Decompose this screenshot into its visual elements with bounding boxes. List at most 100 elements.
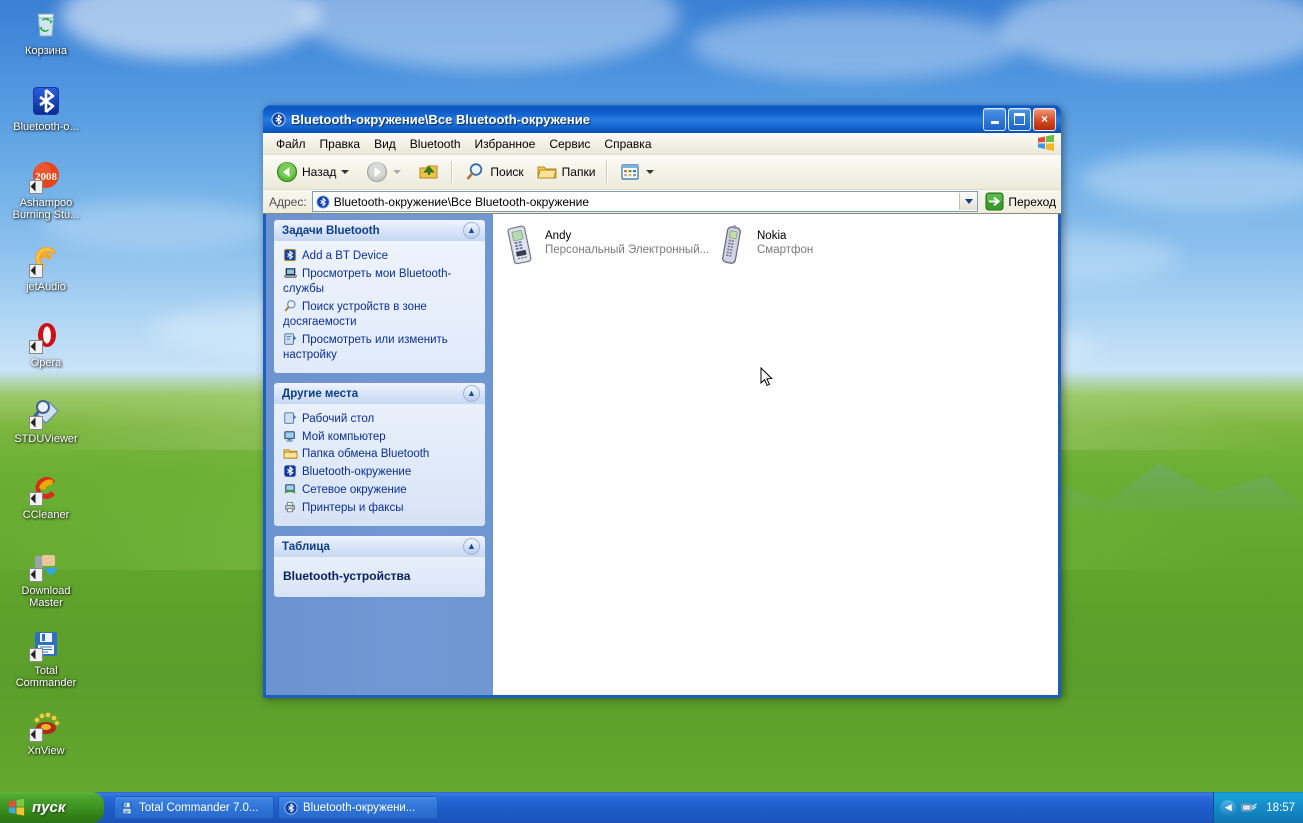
shortcut-overlay-icon <box>29 340 43 354</box>
back-arrow-icon <box>277 162 297 182</box>
chevron-down-icon[interactable] <box>341 170 350 174</box>
link-search-devices-in-range[interactable]: Поиск устройств в зоне досягаемости <box>283 299 478 330</box>
task-buttons[interactable]: Total Commander 7.0... Bluetooth-окружен… <box>114 796 438 819</box>
explorer-window[interactable]: Bluetooth-окружение\Все Bluetooth-окруже… <box>263 105 1061 698</box>
minimize-button[interactable] <box>983 107 1006 131</box>
views-button[interactable] <box>613 158 665 186</box>
menu-file[interactable]: Файл <box>269 135 313 153</box>
back-button[interactable]: Назад <box>270 158 360 186</box>
link-view-or-change-settings[interactable]: Просмотреть или изменить настройку <box>283 332 478 363</box>
address-input[interactable]: Bluetooth-окружение\Все Bluetooth-окруже… <box>311 191 979 212</box>
link-bluetooth-places[interactable]: Bluetooth-окружение <box>283 464 478 480</box>
panel-header[interactable]: Другие места ▲ <box>274 383 485 404</box>
maximize-button[interactable] <box>1008 107 1031 131</box>
chevron-down-icon <box>393 170 402 174</box>
link-label: Bluetooth-окружение <box>302 466 412 478</box>
go-label: Переход <box>1008 194 1056 209</box>
link-label: Поиск устройств в зоне досягаемости <box>283 301 427 328</box>
recycle-bin-icon <box>29 8 63 42</box>
taskbar[interactable]: пуск Total Commander 7.0... Bluetooth-ок… <box>0 792 1303 823</box>
address-dropdown-button[interactable] <box>959 193 978 210</box>
system-tray[interactable]: ◀ 18:57 <box>1213 792 1303 823</box>
window-titlebar[interactable]: Bluetooth-окружение\Все Bluetooth-окруже… <box>263 105 1061 133</box>
desktop-icon-stduviewer[interactable]: STDUViewer <box>4 396 88 445</box>
shortcut-overlay-icon <box>29 728 43 742</box>
pda-device-icon <box>499 224 539 266</box>
clock: 18:57 <box>1266 801 1295 814</box>
list-item[interactable]: Andy Персональный Электронный... <box>499 224 709 266</box>
desktop-icon-ashampoo[interactable]: 2008 Ashampoo Burning Stu... <box>4 160 88 221</box>
magnifier-icon <box>283 299 299 313</box>
desktop-icon-opera[interactable]: Opera <box>4 320 88 369</box>
link-network-places[interactable]: Сетевое окружение <box>283 482 478 498</box>
panel-details[interactable]: Таблица ▲ Bluetooth-устройства <box>274 536 485 597</box>
link-add-bt-device[interactable]: Add a BT Device <box>283 248 478 264</box>
chevron-up-icon[interactable]: ▲ <box>463 385 480 402</box>
desktop[interactable]: Корзина Bluetooth-о... 2008 Ashampoo Bur… <box>0 0 1303 823</box>
taskbar-item-total-commander[interactable]: Total Commander 7.0... <box>114 796 274 819</box>
file-list-view[interactable]: Andy Персональный Электронный... Nokia С… <box>493 214 1058 695</box>
folders-button[interactable]: Папки <box>530 158 602 186</box>
up-button[interactable] <box>412 158 446 186</box>
desktop-icon-label: Bluetooth-о... <box>13 121 79 133</box>
menu-tools[interactable]: Сервис <box>542 135 597 153</box>
desktop-icon <box>283 411 299 425</box>
cloud <box>60 0 320 60</box>
details-object-name: Bluetooth-устройства <box>283 569 411 583</box>
desktop-icon-bluetooth[interactable]: Bluetooth-о... <box>4 84 88 133</box>
link-label: Папка обмена Bluetooth <box>302 448 430 460</box>
close-button[interactable]: × <box>1033 107 1056 131</box>
link-label: Просмотреть мои Bluetooth-службы <box>283 268 452 295</box>
menu-favorites[interactable]: Избранное <box>468 135 543 153</box>
desktop-icon-label: Ashampoo Burning Stu... <box>12 197 80 221</box>
printer-icon <box>283 500 299 514</box>
search-button[interactable]: Поиск <box>458 158 529 186</box>
shortcut-overlay-icon <box>29 492 43 506</box>
link-bluetooth-exchange-folder[interactable]: Папка обмена Bluetooth <box>283 447 478 462</box>
panel-header[interactable]: Таблица ▲ <box>274 536 485 557</box>
link-desktop[interactable]: Рабочий стол <box>283 411 478 427</box>
chevron-down-icon <box>964 199 973 204</box>
panel-title: Таблица <box>282 540 330 553</box>
panel-bluetooth-tasks[interactable]: Задачи Bluetooth ▲ Add a BT Device Просм… <box>274 220 485 373</box>
menu-edit[interactable]: Правка <box>313 135 368 153</box>
chevron-up-icon[interactable]: ▲ <box>463 222 480 239</box>
network-icon <box>283 482 299 496</box>
desktop-icon-recycle-bin[interactable]: Корзина <box>4 8 88 57</box>
link-view-my-bluetooth-services[interactable]: Просмотреть мои Bluetooth-службы <box>283 266 478 297</box>
my-computer-icon <box>283 429 299 443</box>
menu-bar[interactable]: Файл Правка Вид Bluetooth Избранное Серв… <box>263 133 1061 155</box>
address-bar[interactable]: Адрес: Bluetooth-окружение\Все Bluetooth… <box>263 190 1061 214</box>
chevron-up-icon[interactable]: ▲ <box>463 538 480 555</box>
opera-icon <box>29 320 63 354</box>
menu-view[interactable]: Вид <box>367 135 403 153</box>
link-label: Просмотреть или изменить настройку <box>283 334 448 361</box>
panel-header[interactable]: Задачи Bluetooth ▲ <box>274 220 485 241</box>
menu-bluetooth[interactable]: Bluetooth <box>403 135 468 153</box>
desktop-icon-xnview[interactable]: XnView <box>4 708 88 757</box>
panel-other-places[interactable]: Другие места ▲ Рабочий стол Мой компьюте… <box>274 383 485 526</box>
desktop-icon-download-master[interactable]: Download Master <box>4 548 88 609</box>
cloud <box>300 0 680 70</box>
link-my-computer[interactable]: Мой компьютер <box>283 429 478 445</box>
link-label: Рабочий стол <box>302 413 375 425</box>
go-button[interactable]: Переход <box>985 192 1056 211</box>
back-label: Назад <box>302 165 337 179</box>
task-pane-sidebar[interactable]: Задачи Bluetooth ▲ Add a BT Device Просм… <box>266 214 493 695</box>
list-item-name: Nokia <box>757 230 787 242</box>
chevron-left-icon[interactable]: ◀ <box>1220 799 1237 816</box>
chevron-down-icon[interactable] <box>646 170 655 174</box>
link-printers-and-faxes[interactable]: Принтеры и факсы <box>283 500 478 516</box>
list-item[interactable]: Nokia Смартфон <box>711 224 813 266</box>
desktop-icon-total-commander[interactable]: Total Commander <box>4 628 88 689</box>
taskbar-item-bluetooth[interactable]: Bluetooth-окружени... <box>278 796 438 819</box>
menu-help[interactable]: Справка <box>597 135 658 153</box>
desktop-icon-jetaudio[interactable]: jetAudio <box>4 244 88 293</box>
bluetooth-add-icon <box>283 248 299 262</box>
desktop-icon-ccleaner[interactable]: CCleaner <box>4 472 88 521</box>
toolbar[interactable]: Назад Поиск Папки <box>263 155 1061 190</box>
total-commander-icon <box>29 628 63 662</box>
desktop-icon-label: STDUViewer <box>14 433 78 445</box>
panel-title: Задачи Bluetooth <box>282 224 380 237</box>
start-button[interactable]: пуск <box>0 792 104 823</box>
